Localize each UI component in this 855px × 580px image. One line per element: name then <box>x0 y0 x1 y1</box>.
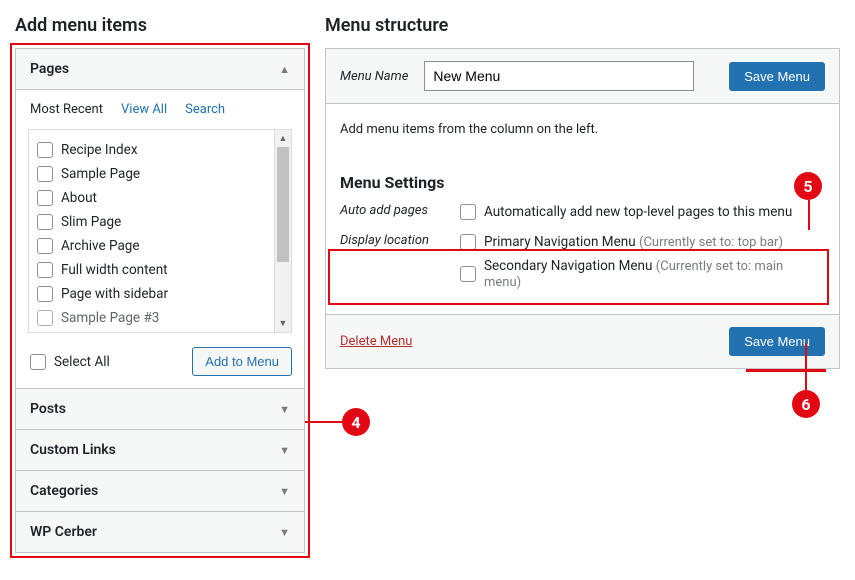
checkbox[interactable] <box>37 262 53 278</box>
tab-most-recent[interactable]: Most Recent <box>30 102 103 117</box>
empty-message: Add menu items from the column on the le… <box>340 122 825 137</box>
menu-name-input[interactable] <box>424 61 694 91</box>
tab-view-all[interactable]: View All <box>121 102 167 117</box>
list-item[interactable]: Archive Page <box>35 234 268 258</box>
list-item[interactable]: Slim Page <box>35 210 268 234</box>
checkbox[interactable] <box>460 204 476 220</box>
annotation-underline-6 <box>746 369 826 372</box>
categories-header[interactable]: Categories ▼ <box>16 471 304 512</box>
checkbox[interactable] <box>37 190 53 206</box>
display-location-label: Display location <box>340 230 440 248</box>
add-items-heading: Add menu items <box>15 15 305 36</box>
caret-down-icon: ▼ <box>279 485 290 498</box>
checkbox[interactable] <box>460 266 476 282</box>
checkbox[interactable] <box>37 238 53 254</box>
list-item[interactable]: About <box>35 186 268 210</box>
caret-down-icon: ▼ <box>279 403 290 416</box>
select-all-row[interactable]: Select All <box>28 350 112 374</box>
menu-structure-heading: Menu structure <box>325 15 840 36</box>
posts-header[interactable]: Posts ▼ <box>16 389 304 430</box>
list-item[interactable]: Sample Page #3 <box>35 306 268 330</box>
menu-settings-heading: Menu Settings <box>340 173 825 192</box>
auto-add-checkbox-row[interactable]: Automatically add new top-level pages to… <box>458 200 794 224</box>
wp-cerber-header[interactable]: WP Cerber ▼ <box>16 512 304 552</box>
delete-menu-link[interactable]: Delete Menu <box>340 334 412 349</box>
add-to-menu-button[interactable]: Add to Menu <box>192 347 292 376</box>
list-item[interactable]: Sample Page <box>35 162 268 186</box>
location-primary-row[interactable]: Primary Navigation Menu (Currently set t… <box>458 230 825 254</box>
menu-edit-panel: Menu Name Save Menu Add menu items from … <box>325 48 840 369</box>
pages-header[interactable]: Pages ▲ <box>16 49 304 90</box>
checkbox[interactable] <box>37 214 53 230</box>
caret-down-icon: ▼ <box>279 526 290 539</box>
checkbox[interactable] <box>37 286 53 302</box>
custom-links-header[interactable]: Custom Links ▼ <box>16 430 304 471</box>
list-item[interactable]: Full width content <box>35 258 268 282</box>
pages-list: Recipe Index Sample Page About Slim Page… <box>29 130 274 332</box>
scroll-down-icon[interactable]: ▼ <box>275 315 291 332</box>
list-item[interactable]: Page with sidebar <box>35 282 268 306</box>
menu-name-label: Menu Name <box>340 69 408 84</box>
scroll-up-icon[interactable]: ▲ <box>275 130 291 147</box>
save-menu-button-bottom[interactable]: Save Menu <box>729 327 825 356</box>
checkbox[interactable] <box>460 234 476 250</box>
checkbox[interactable] <box>37 310 53 326</box>
list-item[interactable]: Recipe Index <box>35 138 268 162</box>
caret-down-icon: ▼ <box>279 444 290 457</box>
tab-search[interactable]: Search <box>185 102 225 117</box>
annotation-badge-6: 6 <box>792 390 820 418</box>
checkbox[interactable] <box>37 142 53 158</box>
save-menu-button-top[interactable]: Save Menu <box>729 62 825 91</box>
location-secondary-row[interactable]: Secondary Navigation Menu (Currently set… <box>458 254 825 294</box>
pages-title: Pages <box>30 61 69 77</box>
checkbox[interactable] <box>37 166 53 182</box>
caret-up-icon: ▲ <box>279 63 290 76</box>
auto-add-label: Auto add pages <box>340 200 440 218</box>
checkbox[interactable] <box>30 354 46 370</box>
scrollbar[interactable]: ▲ ▼ <box>274 130 291 332</box>
pages-accordion: Pages ▲ Most Recent View All Search Reci… <box>15 48 305 553</box>
scroll-thumb[interactable] <box>277 147 289 262</box>
